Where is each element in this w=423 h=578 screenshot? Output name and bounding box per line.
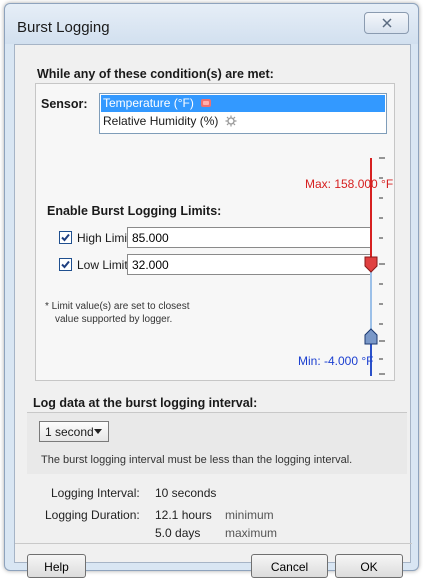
enable-limits-heading: Enable Burst Logging Limits: (47, 204, 222, 218)
ok-button[interactable]: OK (335, 554, 403, 578)
sensor-item-temperature[interactable]: Temperature (°F) (101, 95, 385, 112)
limit-note-line2: value supported by logger. (55, 314, 173, 325)
sensor-item-humidity[interactable]: Relative Humidity (%) (101, 113, 251, 130)
low-limit-label: Low Limit (77, 258, 128, 272)
window-title: Burst Logging (17, 19, 110, 36)
high-limit-checkbox[interactable] (59, 231, 72, 244)
duration-max-value: 5.0 days (155, 526, 201, 540)
close-icon (381, 18, 392, 28)
sensor-label: Sensor: (41, 97, 88, 111)
close-button[interactable] (364, 12, 409, 34)
temperature-flag-icon (201, 99, 212, 107)
duration-max-qualifier: maximum (225, 526, 278, 540)
dialog-body: While any of these condition(s) are met:… (14, 44, 412, 578)
high-limit-label: High Limit (77, 231, 131, 245)
min-value-text: Min: -4.000 °F (298, 354, 374, 368)
cancel-button[interactable]: Cancel (251, 554, 328, 578)
logging-duration-label: Logging Duration: (45, 508, 140, 522)
duration-min-qualifier: minimum (225, 508, 274, 522)
burst-logging-dialog: Burst Logging While any of these conditi… (4, 3, 419, 578)
burst-interval-dropdown[interactable]: 1 second (39, 421, 109, 442)
limit-note-line1: * Limit value(s) are set to closest (45, 301, 190, 312)
burst-interval-value: 1 second (45, 425, 94, 439)
sensor-item-label: Relative Humidity (%) (103, 114, 219, 128)
logging-interval-value: 10 seconds (155, 486, 217, 500)
duration-min-value: 12.1 hours (155, 508, 212, 522)
low-limit-input[interactable] (127, 254, 371, 275)
checkmark-icon (61, 260, 70, 269)
low-limit-thumb[interactable] (364, 328, 378, 345)
limit-slider[interactable] (361, 154, 397, 378)
interval-heading: Log data at the burst logging interval: (33, 396, 258, 410)
logging-interval-label: Logging Interval: (51, 486, 140, 500)
title-bar: Burst Logging (5, 4, 418, 44)
slider-ticks (379, 157, 385, 375)
low-limit-checkbox[interactable] (59, 258, 72, 271)
footer-divider (15, 543, 412, 544)
limit-note: * Limit value(s) are set to closest valu… (45, 300, 245, 326)
sensor-list[interactable]: Temperature (°F) Relative Humidity (%) (99, 93, 387, 134)
checkmark-icon (61, 233, 70, 242)
high-limit-thumb[interactable] (364, 256, 378, 273)
sensor-item-label: Temperature (°F) (103, 96, 194, 110)
gear-icon (225, 115, 237, 127)
interval-note: The burst logging interval must be less … (41, 454, 353, 466)
conditions-heading: While any of these condition(s) are met: (37, 67, 274, 81)
help-button[interactable]: Help (27, 554, 86, 578)
chevron-down-icon (94, 429, 102, 434)
high-limit-input[interactable] (127, 227, 371, 248)
